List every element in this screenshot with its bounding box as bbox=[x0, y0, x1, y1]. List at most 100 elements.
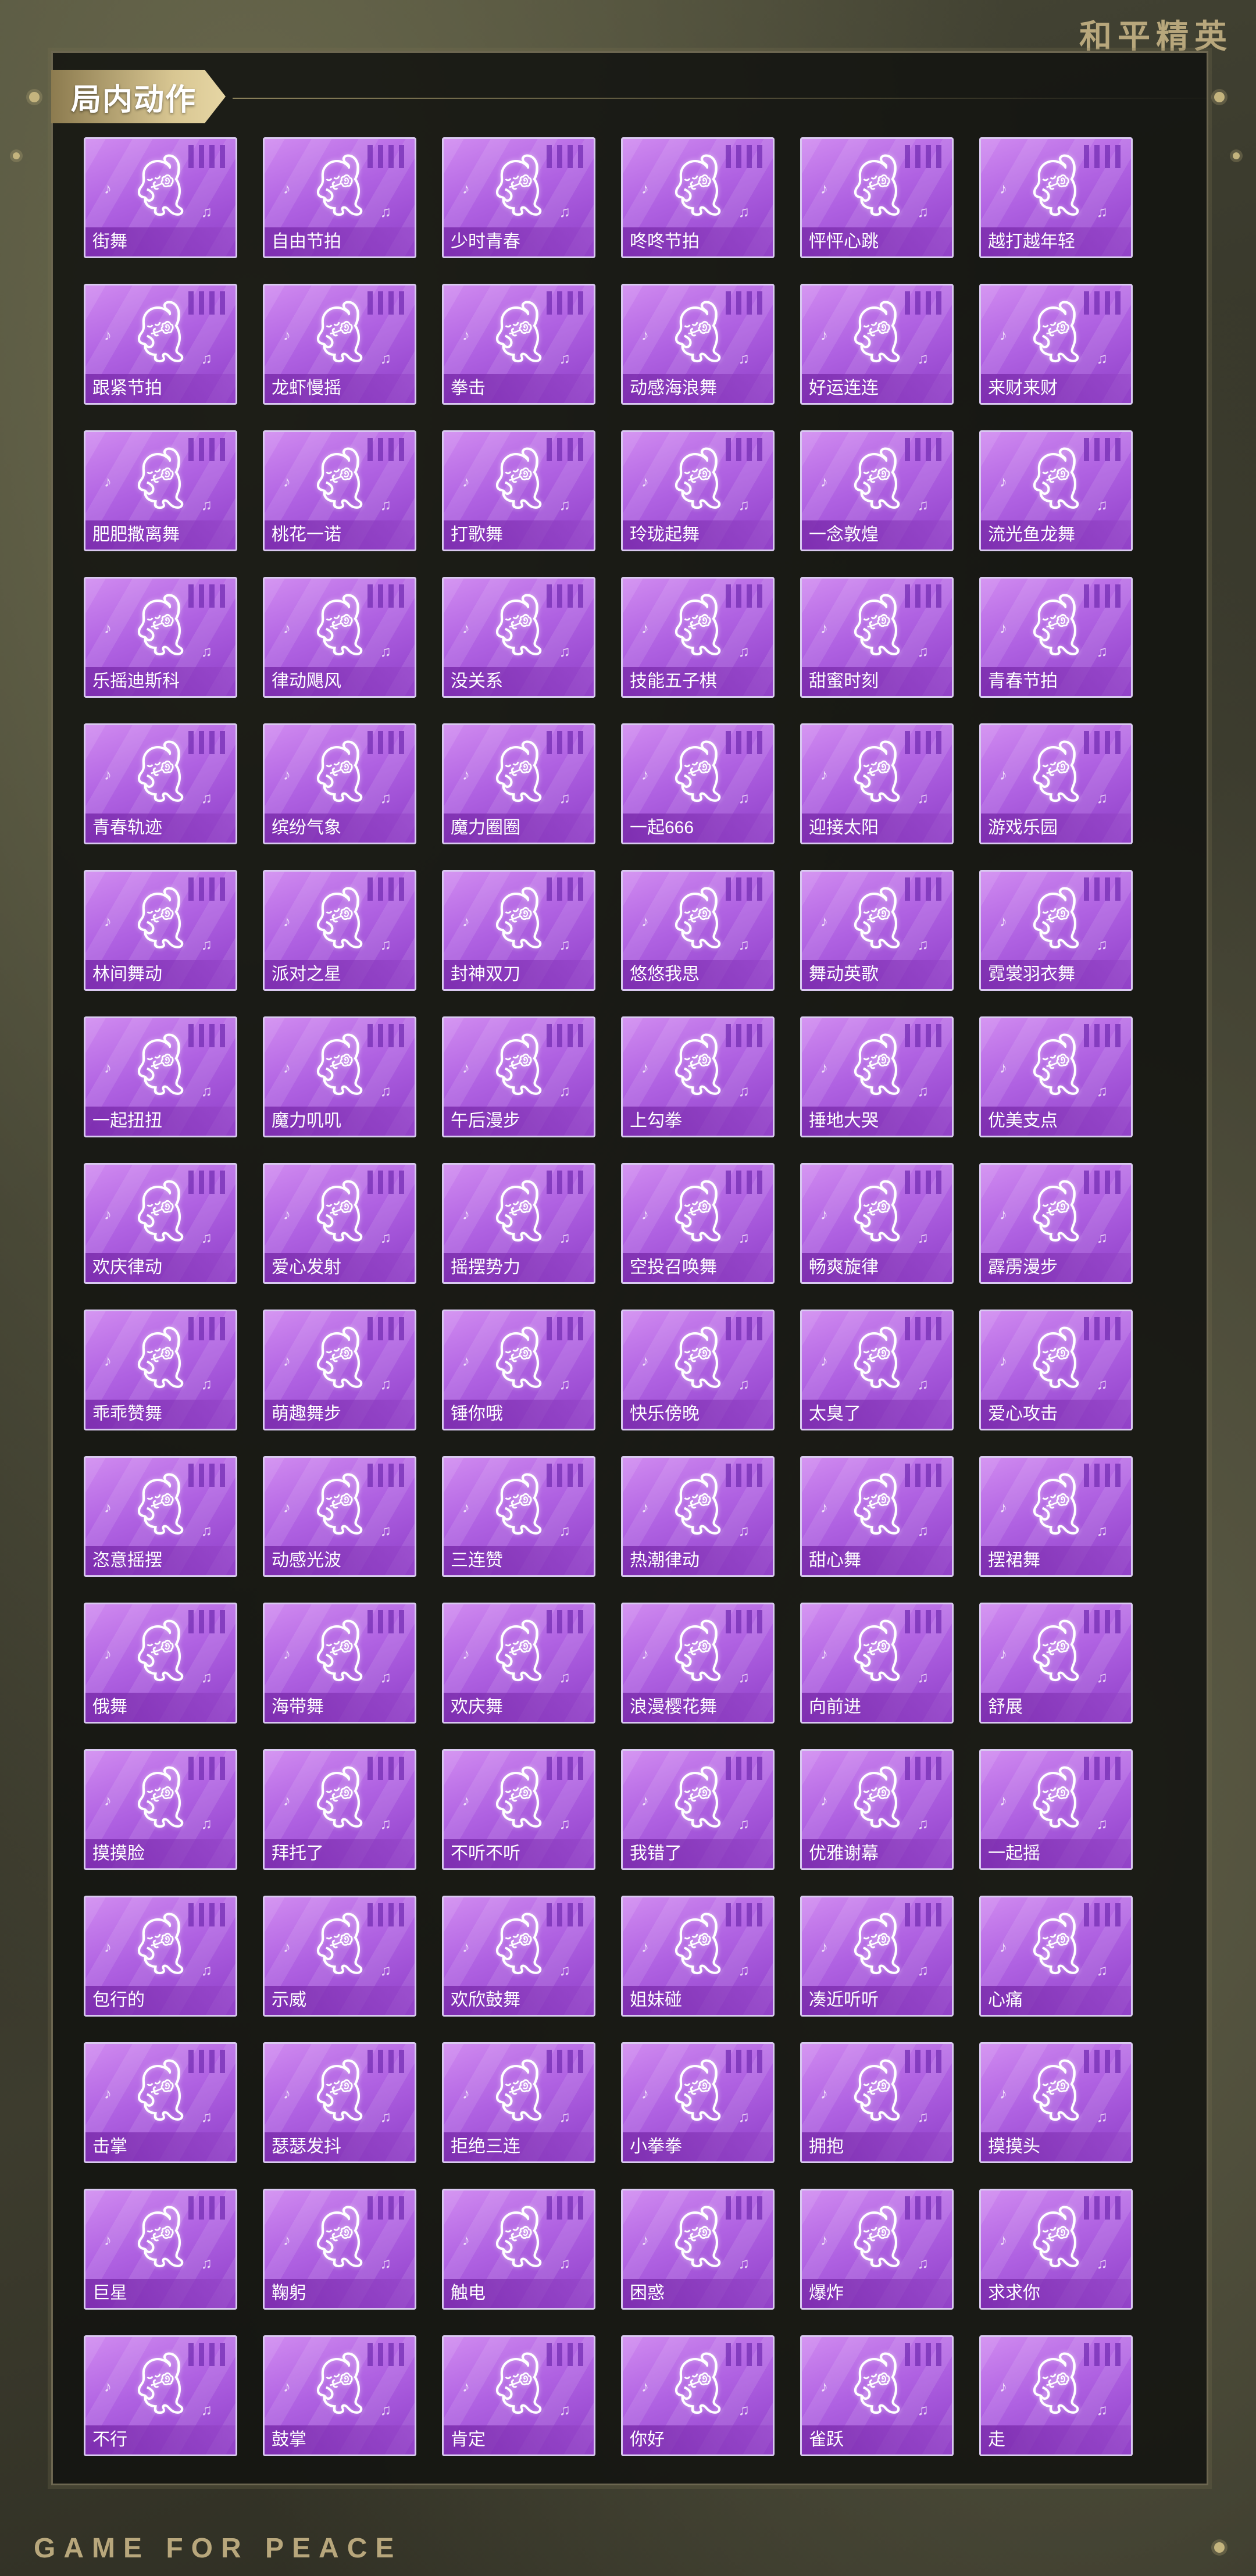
emote-card[interactable]: ♪ ♫ 🕺︎ 鼓掌 bbox=[263, 2335, 416, 2456]
emote-card[interactable]: ♪ ♫ 🕺︎ 俄舞 bbox=[84, 1603, 237, 1724]
emote-card[interactable]: ♪ ♫ 🕺︎ 舒展 bbox=[979, 1603, 1133, 1724]
emote-card[interactable]: ♪ ♫ 🕺︎ 咚咚节拍 bbox=[621, 137, 775, 258]
emote-card[interactable]: ♪ ♫ 🕺︎ 不行 bbox=[84, 2335, 237, 2456]
emote-card[interactable]: ♪ ♫ 🕺︎ 空投召唤舞 bbox=[621, 1163, 775, 1284]
emote-card[interactable]: ♪ ♫ 🕺︎ 海带舞 bbox=[263, 1603, 416, 1724]
emote-card[interactable]: ♪ ♫ 🕺︎ 爆炸 bbox=[800, 2189, 954, 2310]
emote-card[interactable]: ♪ ♫ 🕺︎ 凑近听听 bbox=[800, 1896, 954, 2017]
emote-card[interactable]: ♪ ♫ 🕺︎ 摆裙舞 bbox=[979, 1456, 1133, 1577]
emote-card[interactable]: ♪ ♫ 🕺︎ 摸摸脸 bbox=[84, 1749, 237, 1870]
emote-card[interactable]: ♪ ♫ 🕺︎ 爱心发射 bbox=[263, 1163, 416, 1284]
emote-card[interactable]: ♪ ♫ 🕺︎ 小拳拳 bbox=[621, 2042, 775, 2163]
emote-card[interactable]: ♪ ♫ 🕺︎ 浪漫樱花舞 bbox=[621, 1603, 775, 1724]
emote-card[interactable]: ♪ ♫ 🕺︎ 乖乖赞舞 bbox=[84, 1310, 237, 1430]
emote-card[interactable]: ♪ ♫ 🕺︎ 欢庆律动 bbox=[84, 1163, 237, 1284]
emote-card[interactable]: ♪ ♫ 🕺︎ 越打越年轻 bbox=[979, 137, 1133, 258]
emote-card[interactable]: ♪ ♫ 🕺︎ 摇摆势力 bbox=[442, 1163, 595, 1284]
emote-card[interactable]: ♪ ♫ 🕺︎ 跟紧节拍 bbox=[84, 284, 237, 405]
emote-card[interactable]: ♪ ♫ 🕺︎ 封神双刀 bbox=[442, 870, 595, 991]
emote-card[interactable]: ♪ ♫ 🕺︎ 雀跃 bbox=[800, 2335, 954, 2456]
emote-card[interactable]: ♪ ♫ 🕺︎ 欢庆舞 bbox=[442, 1603, 595, 1724]
emote-card[interactable]: ♪ ♫ 🕺︎ 派对之星 bbox=[263, 870, 416, 991]
emote-card[interactable]: ♪ ♫ 🕺︎ 游戏乐园 bbox=[979, 723, 1133, 844]
emote-card[interactable]: ♪ ♫ 🕺︎ 好运连连 bbox=[800, 284, 954, 405]
emote-card[interactable]: ♪ ♫ 🕺︎ 求求你 bbox=[979, 2189, 1133, 2310]
emote-card[interactable]: ♪ ♫ 🕺︎ 霹雳漫步 bbox=[979, 1163, 1133, 1284]
emote-card[interactable]: ♪ ♫ 🕺︎ 街舞 bbox=[84, 137, 237, 258]
emote-card[interactable]: ♪ ♫ 🕺︎ 鞠躬 bbox=[263, 2189, 416, 2310]
emote-card[interactable]: ♪ ♫ 🕺︎ 困惑 bbox=[621, 2189, 775, 2310]
emote-card[interactable]: ♪ ♫ 🕺︎ 拳击 bbox=[442, 284, 595, 405]
emote-card[interactable]: ♪ ♫ 🕺︎ 魔力圈圈 bbox=[442, 723, 595, 844]
emote-card[interactable]: ♪ ♫ 🕺︎ 萌趣舞步 bbox=[263, 1310, 416, 1430]
emote-card[interactable]: ♪ ♫ 🕺︎ 午后漫步 bbox=[442, 1016, 595, 1137]
emote-card[interactable]: ♪ ♫ 🕺︎ 肥肥撒离舞 bbox=[84, 430, 237, 551]
emote-card[interactable]: ♪ ♫ 🕺︎ 捶地大哭 bbox=[800, 1016, 954, 1137]
emote-card[interactable]: ♪ ♫ 🕺︎ 一起摇 bbox=[979, 1749, 1133, 1870]
emote-card[interactable]: ♪ ♫ 🕺︎ 乐摇迪斯科 bbox=[84, 577, 237, 698]
emote-card[interactable]: ♪ ♫ 🕺︎ 太臭了 bbox=[800, 1310, 954, 1430]
emote-card[interactable]: ♪ ♫ 🕺︎ 流光鱼龙舞 bbox=[979, 430, 1133, 551]
emote-card[interactable]: ♪ ♫ 🕺︎ 打歌舞 bbox=[442, 430, 595, 551]
emote-card[interactable]: ♪ ♫ 🕺︎ 龙虾慢摇 bbox=[263, 284, 416, 405]
emote-card[interactable]: ♪ ♫ 🕺︎ 摸摸头 bbox=[979, 2042, 1133, 2163]
emote-card[interactable]: ♪ ♫ 🕺︎ 舞动英歌 bbox=[800, 870, 954, 991]
emote-card[interactable]: ♪ ♫ 🕺︎ 包行的 bbox=[84, 1896, 237, 2017]
emote-card[interactable]: ♪ ♫ 🕺︎ 甜心舞 bbox=[800, 1456, 954, 1577]
emote-card[interactable]: ♪ ♫ 🕺︎ 一念敦煌 bbox=[800, 430, 954, 551]
emote-card[interactable]: ♪ ♫ 🕺︎ 三连赞 bbox=[442, 1456, 595, 1577]
emote-card[interactable]: ♪ ♫ 🕺︎ 魔力叽叽 bbox=[263, 1016, 416, 1137]
emote-card[interactable]: ♪ ♫ 🕺︎ 青春轨迹 bbox=[84, 723, 237, 844]
emote-card[interactable]: ♪ ♫ 🕺︎ 瑟瑟发抖 bbox=[263, 2042, 416, 2163]
emote-card[interactable]: ♪ ♫ 🕺︎ 没关系 bbox=[442, 577, 595, 698]
emote-card[interactable]: ♪ ♫ 🕺︎ 一起扭扭 bbox=[84, 1016, 237, 1137]
emote-card[interactable]: ♪ ♫ 🕺︎ 律动飓风 bbox=[263, 577, 416, 698]
emote-card[interactable]: ♪ ♫ 🕺︎ 我错了 bbox=[621, 1749, 775, 1870]
emote-card[interactable]: ♪ ♫ 🕺︎ 一起666 bbox=[621, 723, 775, 844]
emote-card[interactable]: ♪ ♫ 🕺︎ 锤你哦 bbox=[442, 1310, 595, 1430]
emote-card[interactable]: ♪ ♫ 🕺︎ 动感海浪舞 bbox=[621, 284, 775, 405]
emote-card[interactable]: ♪ ♫ 🕺︎ 走 bbox=[979, 2335, 1133, 2456]
emote-card[interactable]: ♪ ♫ 🕺︎ 畅爽旋律 bbox=[800, 1163, 954, 1284]
emote-card[interactable]: ♪ ♫ 🕺︎ 不听不听 bbox=[442, 1749, 595, 1870]
emote-card[interactable]: ♪ ♫ 🕺︎ 击掌 bbox=[84, 2042, 237, 2163]
emote-card[interactable]: ♪ ♫ 🕺︎ 少时青春 bbox=[442, 137, 595, 258]
emote-card[interactable]: ♪ ♫ 🕺︎ 向前进 bbox=[800, 1603, 954, 1724]
emote-card[interactable]: ♪ ♫ 🕺︎ 青春节拍 bbox=[979, 577, 1133, 698]
emote-card[interactable]: ♪ ♫ 🕺︎ 恣意摇摆 bbox=[84, 1456, 237, 1577]
emote-card[interactable]: ♪ ♫ 🕺︎ 爱心攻击 bbox=[979, 1310, 1133, 1430]
emote-card[interactable]: ♪ ♫ 🕺︎ 霓裳羽衣舞 bbox=[979, 870, 1133, 991]
emote-card[interactable]: ♪ ♫ 🕺︎ 桃花一诺 bbox=[263, 430, 416, 551]
emote-card[interactable]: ♪ ♫ 🕺︎ 优美支点 bbox=[979, 1016, 1133, 1137]
emote-card[interactable]: ♪ ♫ 🕺︎ 巨星 bbox=[84, 2189, 237, 2310]
music-note-icon: ♪ bbox=[462, 2085, 470, 2102]
music-note-icon: ♫ bbox=[917, 1229, 929, 1246]
emote-card[interactable]: ♪ ♫ 🕺︎ 你好 bbox=[621, 2335, 775, 2456]
emote-card[interactable]: ♪ ♫ 🕺︎ 肯定 bbox=[442, 2335, 595, 2456]
emote-card[interactable]: ♪ ♫ 🕺︎ 玲珑起舞 bbox=[621, 430, 775, 551]
emote-card[interactable]: ♪ ♫ 🕺︎ 快乐傍晚 bbox=[621, 1310, 775, 1430]
emote-card[interactable]: ♪ ♫ 🕺︎ 林间舞动 bbox=[84, 870, 237, 991]
emote-card[interactable]: ♪ ♫ 🕺︎ 来财来财 bbox=[979, 284, 1133, 405]
emote-card[interactable]: ♪ ♫ 🕺︎ 甜蜜时刻 bbox=[800, 577, 954, 698]
dancer-silhouette-icon: 🕺︎ bbox=[659, 738, 737, 805]
emote-label: 凑近听听 bbox=[802, 1986, 952, 2015]
emote-card[interactable]: ♪ ♫ 🕺︎ 热潮律动 bbox=[621, 1456, 775, 1577]
emote-card[interactable]: ♪ ♫ 🕺︎ 心痛 bbox=[979, 1896, 1133, 2017]
emote-card[interactable]: ♪ ♫ 🕺︎ 上勾拳 bbox=[621, 1016, 775, 1137]
emote-card[interactable]: ♪ ♫ 🕺︎ 触电 bbox=[442, 2189, 595, 2310]
emote-card[interactable]: ♪ ♫ 🕺︎ 自由节拍 bbox=[263, 137, 416, 258]
emote-card[interactable]: ♪ ♫ 🕺︎ 拒绝三连 bbox=[442, 2042, 595, 2163]
emote-card[interactable]: ♪ ♫ 🕺︎ 悠悠我思 bbox=[621, 870, 775, 991]
emote-card[interactable]: ♪ ♫ 🕺︎ 拥抱 bbox=[800, 2042, 954, 2163]
emote-card[interactable]: ♪ ♫ 🕺︎ 缤纷气象 bbox=[263, 723, 416, 844]
emote-card[interactable]: ♪ ♫ 🕺︎ 怦怦心跳 bbox=[800, 137, 954, 258]
emote-card[interactable]: ♪ ♫ 🕺︎ 优雅谢幕 bbox=[800, 1749, 954, 1870]
emote-card[interactable]: ♪ ♫ 🕺︎ 技能五子棋 bbox=[621, 577, 775, 698]
emote-card[interactable]: ♪ ♫ 🕺︎ 迎接太阳 bbox=[800, 723, 954, 844]
emote-card[interactable]: ♪ ♫ 🕺︎ 示威 bbox=[263, 1896, 416, 2017]
emote-card[interactable]: ♪ ♫ 🕺︎ 拜托了 bbox=[263, 1749, 416, 1870]
emote-card[interactable]: ♪ ♫ 🕺︎ 姐妹碰 bbox=[621, 1896, 775, 2017]
emote-card[interactable]: ♪ ♫ 🕺︎ 欢欣鼓舞 bbox=[442, 1896, 595, 2017]
emote-card[interactable]: ♪ ♫ 🕺︎ 动感光波 bbox=[263, 1456, 416, 1577]
